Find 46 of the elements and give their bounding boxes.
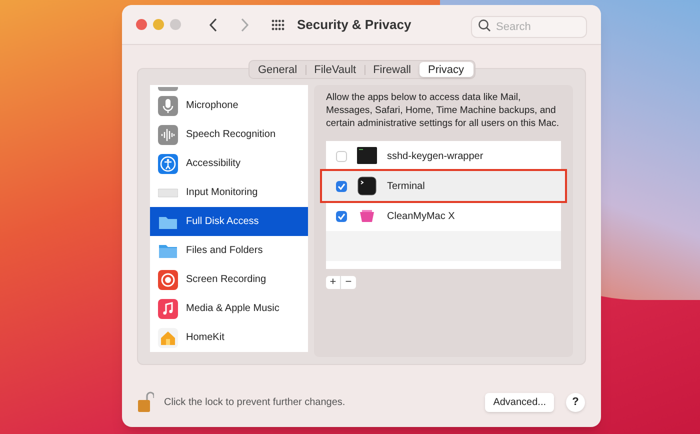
remove-button[interactable]: − (341, 276, 356, 289)
lock-hint-text: Click the lock to prevent further changes. (164, 396, 346, 410)
partial-item-icon (158, 87, 178, 91)
close-button[interactable] (136, 19, 147, 30)
checkbox[interactable] (336, 180, 347, 192)
app-name: sshd-keygen-wrapper (387, 150, 484, 164)
search-field[interactable]: Search (471, 16, 587, 38)
sidebar-item[interactable]: Speech Recognition (150, 120, 308, 149)
category-icon (158, 298, 178, 318)
tab[interactable]: FileVault (306, 62, 364, 77)
unlocked-padlock-icon[interactable] (138, 391, 154, 413)
minimize-button[interactable] (153, 19, 164, 30)
sidebar-item[interactable]: Media & Apple Music (150, 294, 308, 323)
app-icon (357, 176, 377, 196)
description-text: Allow the apps below to access data like Mail, Messages, Safari, Home, Time Machine backups, and certain administrative settings for all users on this Mac. (326, 91, 560, 130)
category-icon (158, 270, 178, 290)
category-icon (158, 328, 178, 348)
search-icon (478, 18, 491, 32)
sidebar-item[interactable]: Accessibility (150, 149, 308, 178)
checkbox[interactable] (336, 210, 347, 222)
sidebar-item[interactable]: Microphone (150, 91, 308, 120)
advanced-button[interactable]: Advanced... (485, 392, 554, 412)
window-title: Security & Privacy (297, 16, 412, 34)
sidebar-item[interactable]: Input Monitoring (150, 178, 308, 207)
help-button[interactable]: ? (566, 392, 585, 412)
sidebar-item[interactable]: HomeKit (150, 323, 308, 352)
category-icon (158, 124, 178, 144)
app-row[interactable]: sshd-keygen-wrapper (326, 141, 561, 171)
sidebar-item[interactable]: Files and Folders (150, 236, 308, 265)
checkbox[interactable] (336, 150, 347, 162)
app-row[interactable]: Terminal (322, 171, 565, 201)
add-button[interactable]: + (326, 276, 341, 289)
app-row[interactable]: CleanMyMac X (326, 201, 561, 231)
sidebar-item[interactable]: Screen Recording (150, 265, 308, 294)
tab[interactable]: Privacy (418, 62, 474, 77)
grid-icon[interactable] (271, 18, 285, 30)
tab[interactable]: Firewall (365, 62, 419, 77)
sidebar-item[interactable]: Full Disk Access (150, 207, 308, 236)
app-name: CleanMyMac X (387, 210, 455, 224)
category-icon (158, 96, 178, 116)
tab[interactable]: General (250, 62, 306, 77)
app-name: Terminal (387, 180, 425, 194)
app-icon (357, 146, 377, 166)
forward-icon[interactable] (240, 18, 249, 32)
category-icon (158, 154, 178, 174)
back-icon[interactable] (209, 18, 218, 32)
